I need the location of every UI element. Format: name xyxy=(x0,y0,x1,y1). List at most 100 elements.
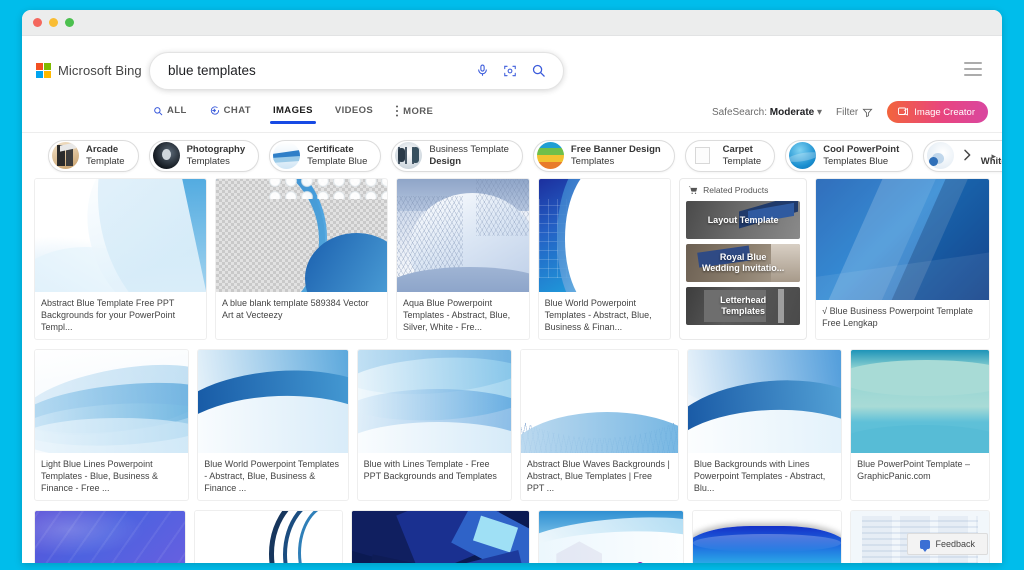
safesearch-control[interactable]: SafeSearch: Moderate ▾ xyxy=(712,107,822,118)
results-row-1: Abstract Blue Template Free PPT Backgrou… xyxy=(34,178,991,340)
pill-label: Business Template Design xyxy=(429,144,509,167)
tab-all[interactable]: ALL xyxy=(142,105,198,123)
pill-photography-templates[interactable]: Photography Templates xyxy=(148,139,260,172)
image-result-card[interactable]: Blue PowerPoint Template – GraphicPanic.… xyxy=(850,349,990,501)
image-result-card[interactable] xyxy=(193,510,344,563)
result-caption: √ Blue Business Powerpoint Template Free… xyxy=(822,306,973,328)
image-result-card[interactable] xyxy=(34,510,186,563)
result-caption: Abstract Blue Waves Backgrounds | Abstra… xyxy=(526,459,670,493)
pill-carpet-template[interactable]: Carpet Template xyxy=(684,139,776,172)
image-result-card[interactable]: Abstract Blue Waves Backgrounds | Abstra… xyxy=(519,349,679,501)
related-products-panel: Related Products Layout Template Royal B… xyxy=(679,178,808,340)
result-caption: Blue PowerPoint Template – GraphicPanic.… xyxy=(857,459,970,481)
related-product-item[interactable]: Royal Blue Wedding Invitatio... xyxy=(686,244,801,282)
result-thumbnail[interactable] xyxy=(520,350,678,453)
result-thumbnail[interactable] xyxy=(352,511,530,563)
microphone-icon[interactable] xyxy=(471,60,493,82)
window-titlebar xyxy=(22,10,1002,36)
result-thumbnail[interactable] xyxy=(35,179,207,292)
result-caption: Blue with Lines Template - Free PPT Back… xyxy=(363,459,497,481)
tab-images[interactable]: IMAGES xyxy=(262,105,324,124)
shopping-cart-icon xyxy=(688,186,698,194)
image-result-card[interactable]: Abstract Blue Template Free PPT Backgrou… xyxy=(34,178,208,340)
result-caption: Light Blue Lines Powerpoint Templates - … xyxy=(41,459,159,493)
pill-label: Carpet Template xyxy=(722,144,762,167)
result-thumbnail[interactable] xyxy=(357,350,511,453)
safesearch-label: SafeSearch: xyxy=(711,106,767,118)
pill-label: Cool PowerPoint Templates Blue xyxy=(823,144,900,167)
search-input[interactable] xyxy=(168,63,465,78)
image-result-card[interactable]: Aqua Blue Powerpoint Templates - Abstrac… xyxy=(396,178,530,340)
pill-thumbnail-icon xyxy=(395,142,423,169)
window-minimize-button[interactable] xyxy=(49,18,58,27)
image-result-card[interactable]: Blue with Lines Template - Free PPT Back… xyxy=(356,349,512,501)
related-searches-pills: Arcade Template Photography Templates Ce… xyxy=(22,133,1002,178)
result-thumbnail[interactable] xyxy=(687,350,842,453)
image-result-card[interactable] xyxy=(538,510,685,563)
bing-images-page: Microsoft Bing blue templates ALL CHAT I… xyxy=(22,36,1002,563)
result-thumbnail[interactable] xyxy=(194,511,343,563)
result-thumbnail[interactable] xyxy=(397,179,529,292)
image-creator-label: Image Creator xyxy=(914,106,975,118)
filter-label: Filter xyxy=(836,106,859,118)
result-thumbnail[interactable] xyxy=(198,350,348,453)
tab-all-label: ALL xyxy=(167,105,187,116)
related-product-label: Layout Template xyxy=(707,214,779,225)
image-result-card[interactable] xyxy=(692,510,842,563)
tab-images-label: IMAGES xyxy=(272,105,313,116)
result-thumbnail[interactable] xyxy=(35,511,185,563)
image-result-card[interactable]: A blue blank template 589384 Vector Art … xyxy=(215,178,389,340)
hamburger-menu-icon[interactable] xyxy=(964,62,982,76)
result-thumbnail[interactable] xyxy=(693,511,841,563)
visual-search-icon[interactable] xyxy=(499,60,521,82)
microsoft-logo-icon xyxy=(36,63,51,78)
result-caption: A blue blank template 589384 Vector Art … xyxy=(222,298,369,320)
pill-free-banner-design-templates[interactable]: Free Banner Design Templates xyxy=(532,139,675,172)
window-maximize-button[interactable] xyxy=(65,18,74,27)
tab-more[interactable]: MORE xyxy=(384,105,444,124)
browser-window: Microsoft Bing blue templates ALL CHAT I… xyxy=(22,10,1002,563)
more-vertical-icon xyxy=(396,105,399,117)
bing-logo[interactable]: Microsoft Bing xyxy=(36,63,144,78)
nav-tabs: ALL CHAT IMAGES VIDEOS MORE SafeSearch: … xyxy=(22,101,1002,133)
result-thumbnail[interactable] xyxy=(538,179,671,292)
chevron-right-icon[interactable] xyxy=(954,142,980,168)
chevron-down-icon: ▾ xyxy=(817,106,823,118)
filter-control[interactable]: Filter xyxy=(836,107,873,118)
feedback-icon xyxy=(920,539,931,552)
window-close-button[interactable] xyxy=(33,18,42,27)
result-thumbnail[interactable] xyxy=(816,179,990,300)
related-product-label: Royal Blue Wedding Invitatio... xyxy=(701,252,785,273)
result-thumbnail[interactable] xyxy=(216,179,388,292)
image-result-card[interactable]: √ Blue Business Powerpoint Template Free… xyxy=(815,178,991,340)
result-caption: Blue World Powerpoint Templates - Abstra… xyxy=(544,298,652,332)
image-result-card[interactable]: Light Blue Lines Powerpoint Templates - … xyxy=(34,349,190,501)
bing-header: Microsoft Bing xyxy=(22,36,1002,105)
tab-chat[interactable]: CHAT xyxy=(198,105,262,123)
image-result-card[interactable]: Blue World Powerpoint Templates - Abstra… xyxy=(537,178,672,340)
tab-videos[interactable]: VIDEOS xyxy=(324,105,384,123)
pill-thumbnail-icon xyxy=(152,142,180,169)
result-thumbnail[interactable] xyxy=(851,350,989,453)
bing-logo-text: Microsoft Bing xyxy=(58,63,142,78)
pill-business-template-design[interactable]: Business Template Design xyxy=(391,139,523,172)
image-result-card[interactable]: Blue World Powerpoint Templates - Abstra… xyxy=(197,349,349,501)
pill-cool-powerpoint-templates-blue[interactable]: Cool PowerPoint Templates Blue xyxy=(785,139,914,172)
safesearch-value: Moderate xyxy=(769,106,815,118)
feedback-button[interactable]: Feedback xyxy=(907,533,988,555)
pills-overflow-caret[interactable]: ▸ xyxy=(991,151,996,162)
related-product-item[interactable]: Letterhead Templates xyxy=(686,287,801,325)
image-result-card[interactable]: Blue Backgrounds with Lines Powerpoint T… xyxy=(686,349,843,501)
header-right-controls: SafeSearch: Moderate ▾ Filter Image Crea… xyxy=(712,101,988,123)
result-thumbnail[interactable] xyxy=(539,511,684,563)
pill-arcade-template[interactable]: Arcade Template xyxy=(48,139,139,172)
pill-label: Arcade Template xyxy=(86,144,125,167)
tab-more-label: MORE xyxy=(403,105,434,117)
image-result-card[interactable] xyxy=(351,510,531,563)
search-box[interactable] xyxy=(149,51,564,90)
search-icon[interactable] xyxy=(527,60,549,82)
image-creator-button[interactable]: Image Creator xyxy=(887,101,988,123)
related-product-item[interactable]: Layout Template xyxy=(686,201,801,239)
pill-certificate-template-blue[interactable]: Certificate Template Blue xyxy=(269,139,382,172)
result-thumbnail[interactable] xyxy=(35,350,189,453)
